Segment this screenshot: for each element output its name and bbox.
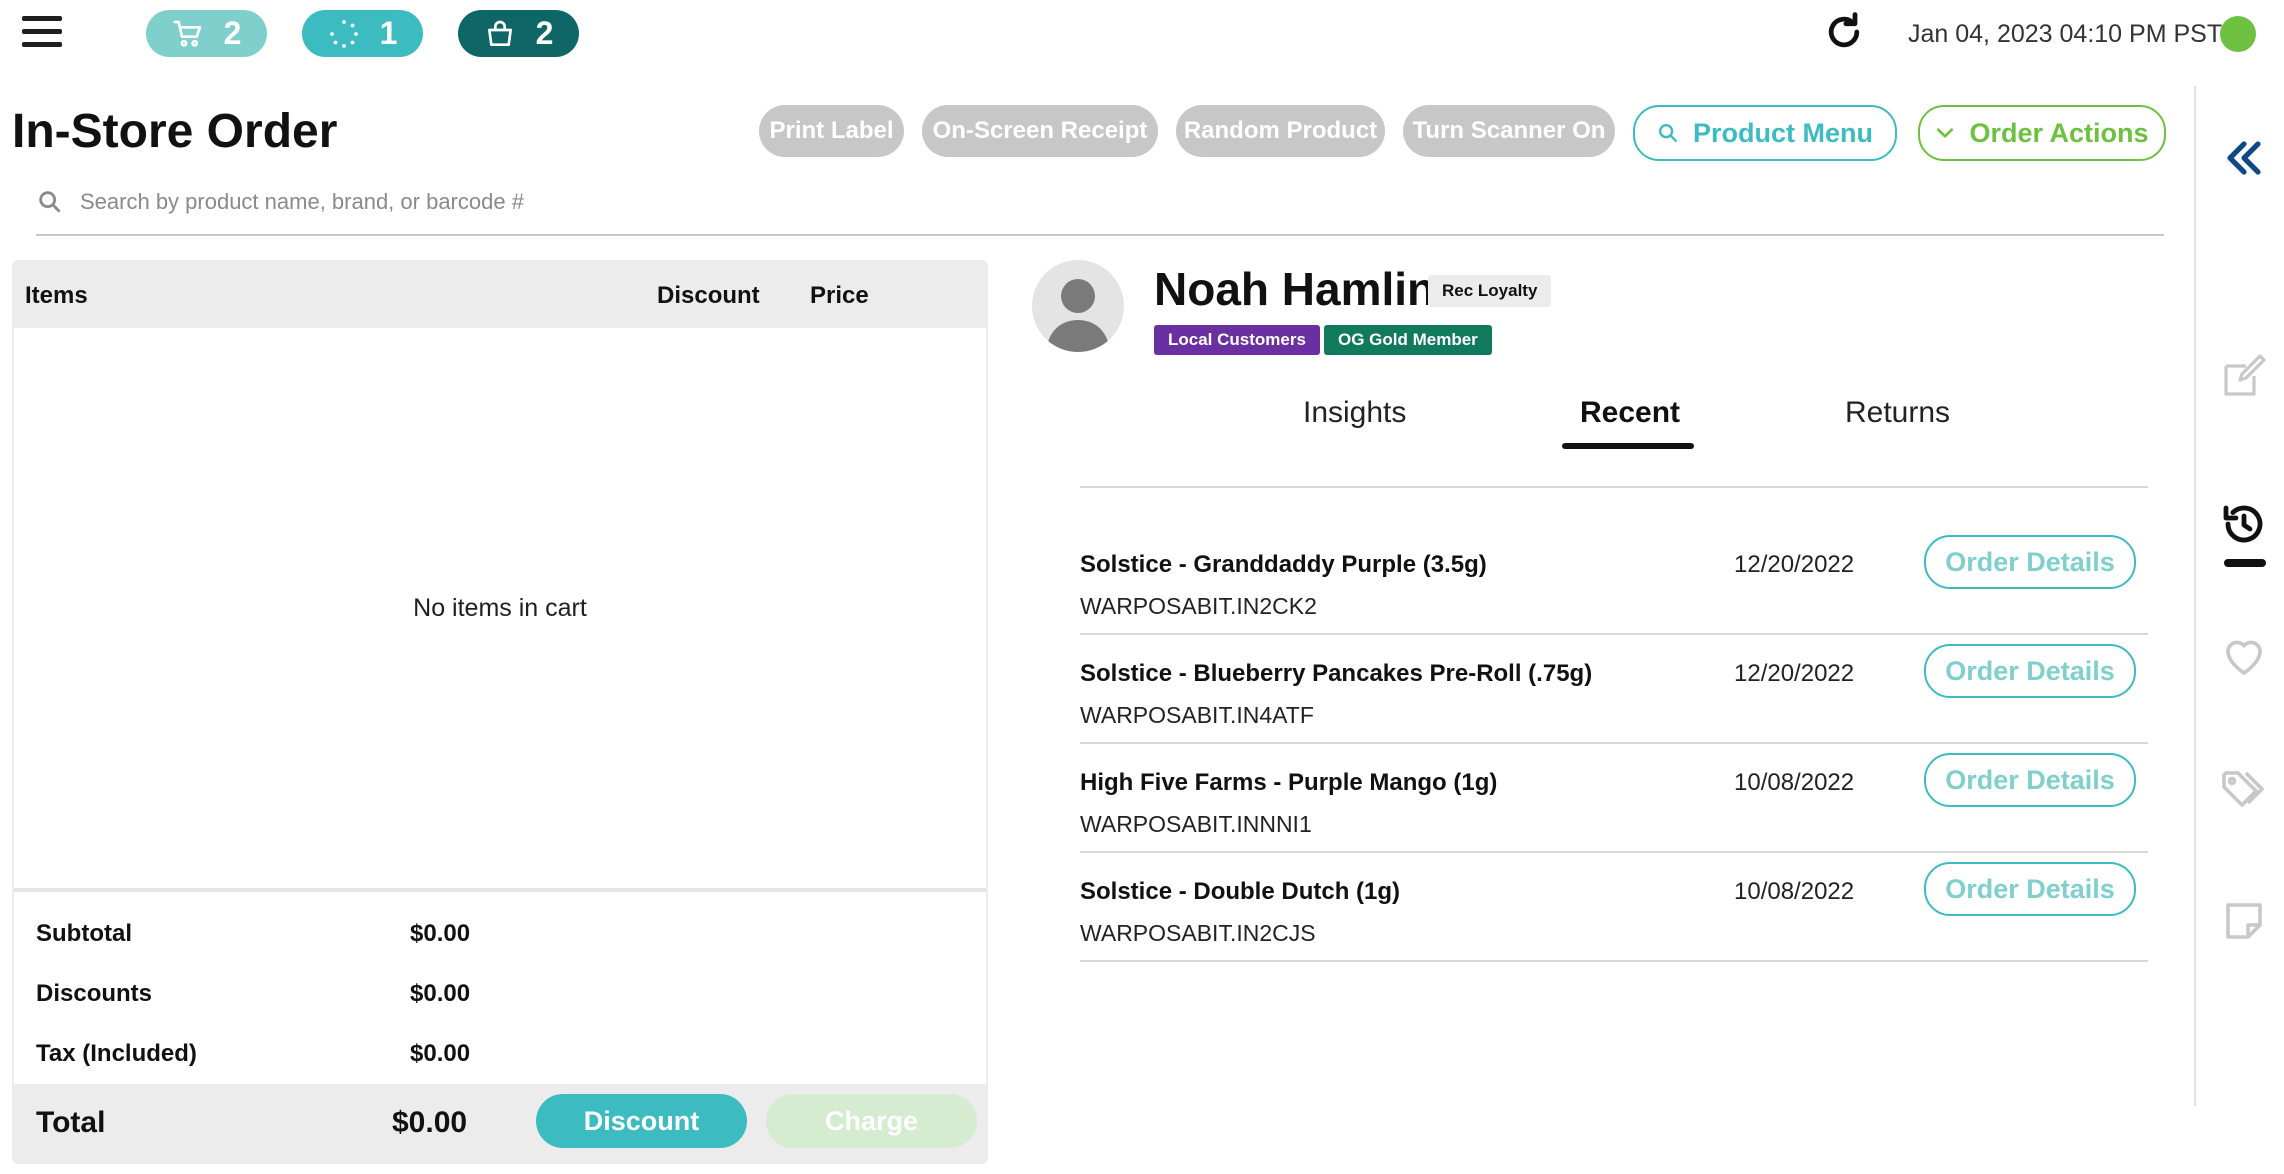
- loyalty-badge: Rec Loyalty: [1428, 275, 1552, 307]
- cart-count-pill[interactable]: 2: [146, 10, 267, 57]
- order-date: 12/20/2022: [1734, 551, 1855, 578]
- list-item: Solstice - Granddaddy Purple (3.5g) WARP…: [1080, 525, 2148, 635]
- list-item: Solstice - Double Dutch (1g) WARPOSABIT.…: [1080, 852, 2148, 962]
- basket-icon: [487, 20, 512, 46]
- discount-column-header: Discount: [657, 282, 760, 309]
- list-item: Solstice - Blueberry Pancakes Pre-Roll (…: [1080, 634, 2148, 744]
- order-product-name: Solstice - Double Dutch (1g): [1080, 878, 1401, 905]
- order-details-button[interactable]: Order Details: [1924, 644, 2136, 698]
- cart-panel: Items Discount Price No items in cart Su…: [12, 260, 988, 1164]
- random-product-button[interactable]: Random Product: [1176, 105, 1385, 157]
- price-column-header: Price: [810, 282, 869, 309]
- heart-icon[interactable]: [2220, 633, 2268, 681]
- search-bar: [36, 182, 2164, 236]
- subtotal-value: $0.00: [410, 920, 471, 947]
- search-icon: [1659, 124, 1677, 142]
- avatar: [1032, 260, 1124, 352]
- divider: [1080, 486, 2148, 488]
- tab-insights[interactable]: Insights: [1303, 396, 1406, 430]
- cart-header: Items Discount Price: [14, 262, 986, 328]
- pending-count: 1: [379, 15, 398, 51]
- order-actions-button[interactable]: Order Actions: [1918, 105, 2166, 161]
- tax-value: $0.00: [410, 1040, 471, 1067]
- discount-button[interactable]: Discount: [536, 1094, 747, 1148]
- note-icon[interactable]: [2220, 897, 2268, 945]
- tab-recent[interactable]: Recent: [1580, 396, 1680, 430]
- turn-scanner-on-button[interactable]: Turn Scanner On: [1403, 105, 1615, 157]
- discounts-value: $0.00: [410, 980, 471, 1007]
- order-date: 10/08/2022: [1734, 878, 1855, 905]
- menu-icon[interactable]: [22, 16, 62, 50]
- total-value: $0.00: [392, 1106, 468, 1139]
- total-label: Total: [36, 1106, 106, 1139]
- history-icon[interactable]: [2220, 500, 2268, 548]
- total-bar: Total $0.00 Discount Charge: [14, 1084, 986, 1162]
- order-code: WARPOSABIT.INNNI1: [1080, 811, 1312, 837]
- divider: [14, 888, 986, 892]
- product-menu-button[interactable]: Product Menu: [1633, 105, 1897, 161]
- divider: [2194, 86, 2196, 1106]
- basket-count-pill[interactable]: 2: [458, 10, 579, 57]
- product-menu-label: Product Menu: [1693, 117, 1873, 148]
- cart-count: 2: [223, 15, 242, 51]
- order-code: WARPOSABIT.IN2CJS: [1080, 920, 1316, 946]
- search-input[interactable]: [78, 182, 2142, 222]
- order-details-button[interactable]: Order Details: [1924, 753, 2136, 807]
- pending-count-pill[interactable]: 1: [302, 10, 423, 57]
- user-silhouette-icon: [1046, 279, 1110, 352]
- order-date: 10/08/2022: [1734, 769, 1855, 796]
- order-code: WARPOSABIT.IN4ATF: [1080, 702, 1314, 728]
- tag-icon[interactable]: [2220, 765, 2268, 813]
- order-product-name: Solstice - Blueberry Pancakes Pre-Roll (…: [1080, 660, 1593, 687]
- tab-returns[interactable]: Returns: [1845, 396, 1950, 430]
- refresh-icon[interactable]: [1822, 10, 1866, 54]
- customer-tag: OG Gold Member: [1324, 325, 1492, 355]
- customer-tag: Local Customers: [1154, 325, 1320, 355]
- order-details-button[interactable]: Order Details: [1924, 862, 2136, 916]
- charge-button[interactable]: Charge: [766, 1094, 977, 1148]
- cart-icon: [172, 20, 201, 47]
- order-product-name: High Five Farms - Purple Mango (1g): [1080, 769, 1498, 796]
- order-code: WARPOSABIT.IN2CK2: [1080, 593, 1317, 619]
- items-column-header: Items: [25, 282, 88, 309]
- collapse-icon[interactable]: [2220, 134, 2268, 182]
- loading-icon: [329, 19, 358, 48]
- discounts-label: Discounts: [36, 980, 153, 1007]
- empty-cart-message: No items in cart: [413, 594, 587, 622]
- status-indicator: [2220, 16, 2256, 52]
- page-title: In-Store Order: [12, 105, 338, 158]
- order-product-name: Solstice - Granddaddy Purple (3.5g): [1080, 551, 1487, 578]
- order-actions-label: Order Actions: [1969, 117, 2149, 148]
- chevron-down-icon: [1937, 128, 1954, 138]
- customer-name: Noah Hamlin: [1154, 263, 1436, 315]
- basket-count: 2: [535, 15, 554, 51]
- active-rail-indicator: [2224, 559, 2266, 567]
- search-icon: [39, 191, 61, 213]
- list-item: High Five Farms - Purple Mango (1g) WARP…: [1080, 743, 2148, 853]
- print-label-button[interactable]: Print Label: [759, 105, 904, 157]
- datetime: Jan 04, 2023 04:10 PM PST: [1908, 20, 2223, 48]
- order-date: 12/20/2022: [1734, 660, 1855, 687]
- subtotal-label: Subtotal: [36, 920, 132, 947]
- edit-icon[interactable]: [2220, 352, 2268, 400]
- order-details-button[interactable]: Order Details: [1924, 535, 2136, 589]
- active-tab-indicator: [1562, 443, 1694, 449]
- on-screen-receipt-button[interactable]: On-Screen Receipt: [922, 105, 1158, 157]
- tax-label: Tax (Included): [36, 1040, 197, 1067]
